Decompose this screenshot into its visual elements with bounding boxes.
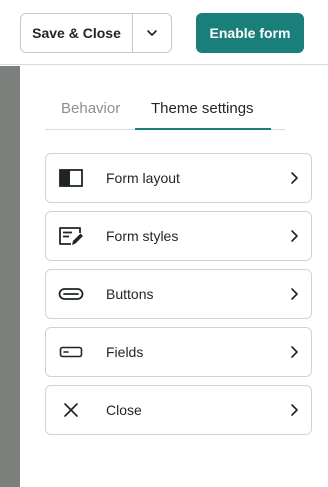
button-shape-icon <box>58 282 84 306</box>
chevron-down-icon <box>147 30 157 36</box>
chevron-right-icon <box>291 230 298 242</box>
settings-panel: Behavior Theme settings Form layout Form… <box>20 66 328 487</box>
theme-item-form-styles[interactable]: Form styles <box>45 211 312 261</box>
canvas-backdrop <box>0 66 20 487</box>
theme-item-fields[interactable]: Fields <box>45 327 312 377</box>
chevron-right-icon <box>291 288 298 300</box>
form-styles-icon <box>58 224 84 248</box>
chevron-right-icon <box>291 346 298 358</box>
theme-item-label: Form layout <box>106 170 180 186</box>
tab-theme-settings[interactable]: Theme settings <box>151 100 254 117</box>
active-tab-indicator <box>135 128 271 130</box>
save-close-button[interactable]: Save & Close <box>21 14 133 52</box>
theme-item-label: Buttons <box>106 286 154 302</box>
panel-tabs: Behavior Theme settings <box>45 94 285 130</box>
theme-item-close[interactable]: Close <box>45 385 312 435</box>
theme-item-label: Fields <box>106 344 144 360</box>
chevron-right-icon <box>291 404 298 416</box>
theme-item-buttons[interactable]: Buttons <box>45 269 312 319</box>
enable-form-button[interactable]: Enable form <box>196 13 304 53</box>
theme-item-label: Form styles <box>106 228 179 244</box>
theme-item-form-layout[interactable]: Form layout <box>45 153 312 203</box>
close-icon <box>58 398 84 422</box>
tab-behavior[interactable]: Behavior <box>61 100 120 117</box>
form-layout-icon <box>58 166 84 190</box>
top-toolbar: Save & Close Enable form <box>0 0 328 65</box>
save-close-split-button: Save & Close <box>20 13 172 53</box>
chevron-right-icon <box>291 172 298 184</box>
theme-item-label: Close <box>106 402 142 418</box>
field-shape-icon <box>58 340 84 364</box>
save-options-dropdown-button[interactable] <box>133 14 171 52</box>
